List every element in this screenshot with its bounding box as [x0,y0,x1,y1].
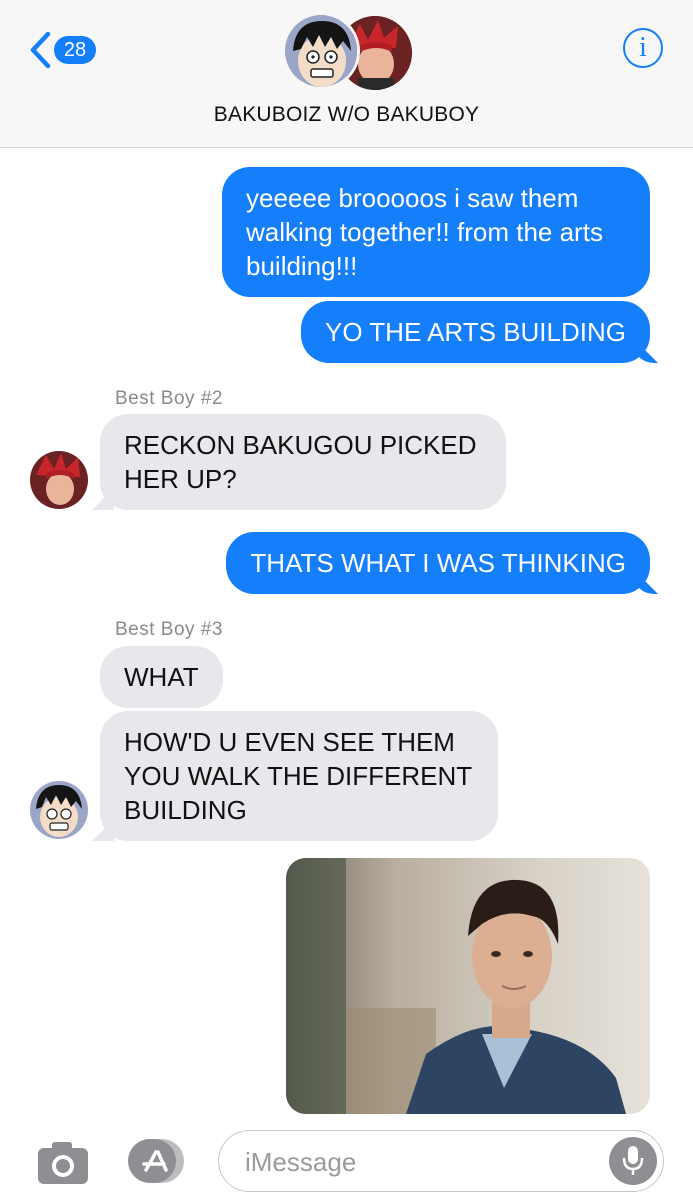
info-icon[interactable]: i [623,28,663,68]
conversation-title: BAKUBOIZ W/O BAKUBOY [213,103,480,126]
sender-name: Best Boy #2 [115,388,223,409]
group-avatars[interactable] [280,10,420,90]
back-chevron-icon [30,31,51,69]
back-button[interactable]: 28 [28,30,96,70]
sender-name: Best Boy #3 [115,619,223,640]
message-bubble-outgoing[interactable]: YO THE ARTS BUILDING [300,301,650,363]
app-store-icon[interactable] [128,1136,186,1186]
message-bubble-incoming[interactable]: RECKON BAKUGOU PICKED HER UP? [100,414,506,510]
camera-icon[interactable] [36,1138,90,1186]
sender-avatar[interactable] [30,451,88,509]
microphone-icon[interactable] [609,1137,657,1185]
message-bubble-incoming[interactable]: WHAT [100,646,223,708]
message-bubble-outgoing[interactable]: THATS WHAT I WAS THINKING [226,532,650,594]
photo-message[interactable] [286,858,650,1114]
conversation-header: 28 i BAKUBOIZ W/O BAKUBOY [0,0,693,148]
unread-count-badge: 28 [54,36,96,64]
message-bubble-outgoing[interactable]: yeeeee brooooos i saw them walking toget… [222,167,650,297]
message-bubble-incoming[interactable]: HOW'D U EVEN SEE THEM YOU WALK THE DIFFE… [100,711,498,841]
group-avatar-dark-hair [282,12,360,90]
sender-avatar[interactable] [30,781,88,839]
imessage-input[interactable]: iMessage [218,1130,664,1192]
imessage-placeholder: iMessage [245,1147,357,1177]
